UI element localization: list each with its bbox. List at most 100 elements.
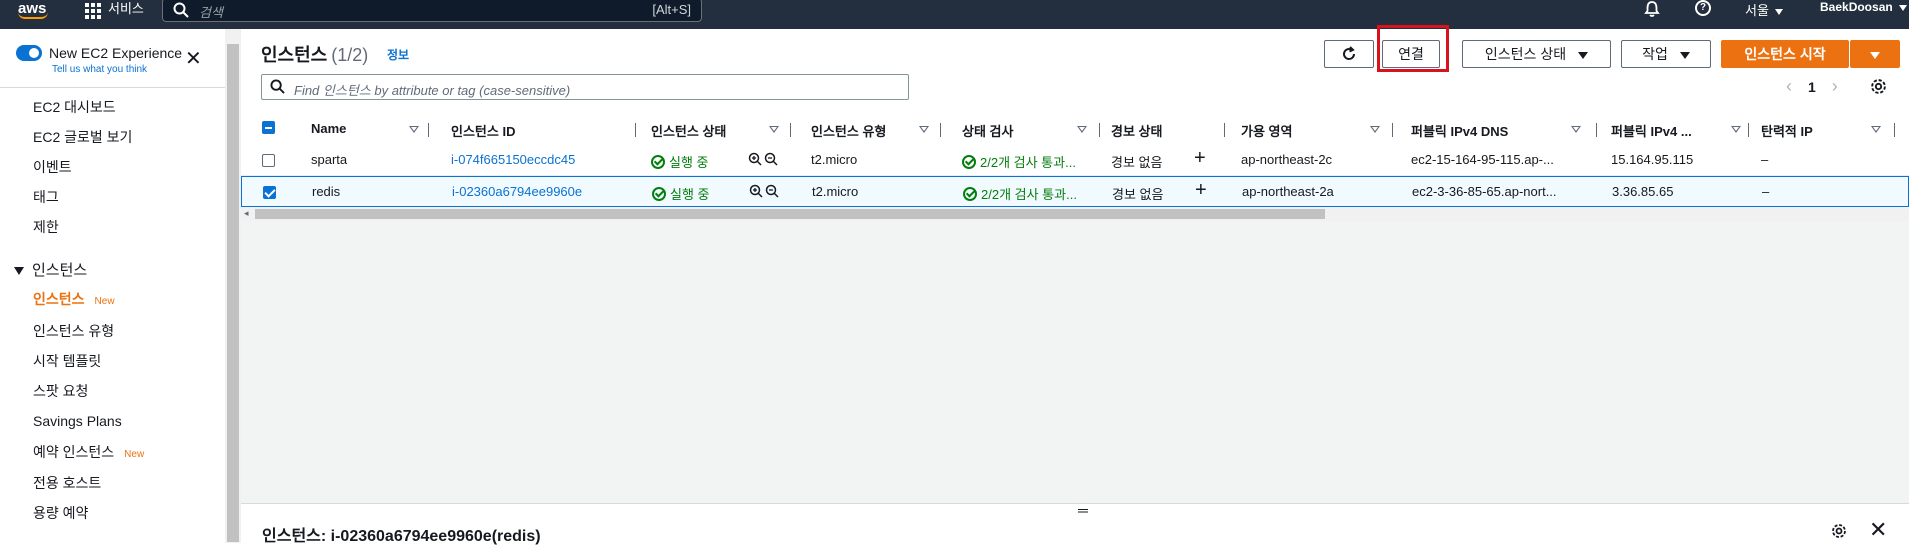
bell-icon[interactable]: [1644, 0, 1660, 18]
chevron-right-icon[interactable]: ›: [1832, 76, 1838, 96]
gear-icon[interactable]: [1870, 78, 1887, 95]
plus-icon[interactable]: +: [1195, 180, 1207, 200]
row-checkbox[interactable]: [263, 186, 276, 199]
sidebar-item-spot-requests[interactable]: 스팟 요청: [33, 381, 88, 401]
table-row[interactable]: redis i-02360a6794ee9960e 실행 중 t2.micro …: [241, 176, 1909, 207]
new-experience-toggle[interactable]: [16, 45, 42, 61]
column-header[interactable]: 인스턴스 유형: [811, 121, 886, 140]
column-resizer[interactable]: [428, 123, 429, 137]
feedback-link[interactable]: Tell us what you think: [52, 64, 147, 75]
launch-dropdown-button[interactable]: [1850, 40, 1900, 68]
sort-icon[interactable]: [769, 126, 779, 133]
column-header[interactable]: 경보 상태: [1111, 121, 1162, 140]
services-menu[interactable]: 서비스: [108, 0, 144, 17]
column-resizer[interactable]: [635, 123, 636, 137]
sidebar-item-events[interactable]: 이벤트: [33, 157, 72, 177]
sidebar-item-tags[interactable]: 태그: [33, 187, 59, 207]
column-header[interactable]: 인스턴스 상태: [651, 121, 726, 140]
sort-icon[interactable]: [409, 126, 419, 133]
sort-icon[interactable]: [919, 126, 929, 133]
column-resizer[interactable]: [1596, 123, 1597, 137]
launch-instances-button[interactable]: 인스턴스 시작: [1721, 40, 1849, 68]
pagination: ‹ 1 ›: [1786, 76, 1838, 96]
column-header[interactable]: 상태 검사: [962, 121, 1013, 140]
zoom-in-icon[interactable]: [749, 184, 763, 198]
check-circle-icon: [652, 187, 666, 201]
selection-count: (1/2): [331, 45, 369, 65]
column-resizer[interactable]: [1224, 123, 1225, 137]
split-panel-divider[interactable]: [241, 503, 1909, 504]
column-header[interactable]: 가용 영역: [1241, 121, 1292, 140]
sidebar-scrollbar[interactable]: [225, 29, 241, 543]
search-shortcut: [Alt+S]: [652, 2, 691, 17]
sidebar: New EC2 Experience Tell us what you thin…: [0, 29, 225, 543]
sidebar-item-instances[interactable]: 인스턴스 New: [33, 289, 115, 309]
cell-type: t2.micro: [812, 184, 859, 199]
sort-icon[interactable]: [1871, 126, 1881, 133]
close-icon[interactable]: ✕: [1869, 519, 1887, 541]
sidebar-section-instances[interactable]: 인스턴스: [14, 259, 87, 280]
scrollbar-thumb[interactable]: [227, 44, 239, 542]
page-number[interactable]: 1: [1808, 79, 1816, 95]
actions-button[interactable]: 작업: [1621, 40, 1711, 68]
refresh-icon: [1343, 46, 1356, 60]
sort-icon[interactable]: [1077, 126, 1087, 133]
info-link[interactable]: 정보: [387, 46, 409, 63]
drag-handle-icon[interactable]: ═: [1078, 503, 1088, 517]
cell-ip: 15.164.95.115: [1611, 152, 1694, 167]
scrollbar-thumb[interactable]: [255, 209, 1325, 219]
column-header[interactable]: 인스턴스 ID: [451, 121, 515, 140]
table-horizontal-scrollbar[interactable]: ◂: [241, 207, 1909, 221]
column-resizer[interactable]: [790, 123, 791, 137]
sidebar-item-savings-plans[interactable]: Savings Plans: [33, 413, 122, 429]
user-label: BaekDoosan: [1820, 0, 1893, 14]
sidebar-item-dedicated-hosts[interactable]: 전용 호스트: [33, 473, 101, 493]
sort-icon[interactable]: [1731, 126, 1741, 133]
zoom-out-icon[interactable]: [765, 184, 779, 198]
row-checkbox[interactable]: [262, 154, 275, 167]
filter-input[interactable]: Find 인스턴스 by attribute or tag (case-sens…: [261, 74, 909, 100]
select-all-checkbox[interactable]: [262, 121, 275, 134]
instance-id-link[interactable]: i-074f665150eccdc45: [451, 152, 575, 167]
column-resizer[interactable]: [1392, 123, 1393, 137]
sidebar-item-dashboard[interactable]: EC2 대시보드: [33, 97, 116, 117]
top-nav: aws 서비스 검색 [Alt+S] ? 서울 BaekDoosan: [0, 0, 1909, 29]
sidebar-item-launch-templates[interactable]: 시작 템플릿: [33, 351, 101, 371]
refresh-button[interactable]: [1324, 40, 1374, 68]
column-resizer[interactable]: [1748, 123, 1749, 137]
column-resizer[interactable]: [1099, 123, 1100, 137]
column-header[interactable]: 탄력적 IP: [1761, 121, 1813, 140]
column-resizer[interactable]: [940, 123, 941, 137]
column-header[interactable]: Name: [311, 121, 346, 136]
sidebar-divider: [0, 87, 225, 88]
sidebar-item-reserved-instances[interactable]: 예약 인스턴스 New: [33, 442, 144, 462]
zoom-out-icon[interactable]: [764, 152, 778, 166]
table-row[interactable]: sparta i-074f665150eccdc45 실행 중 t2.micro…: [241, 145, 1909, 176]
sidebar-item-capacity-reservations[interactable]: 용량 예약: [33, 503, 88, 523]
scroll-left-icon[interactable]: ◂: [244, 208, 249, 219]
sidebar-item-instance-types[interactable]: 인스턴스 유형: [33, 321, 114, 341]
chevron-left-icon[interactable]: ‹: [1786, 76, 1792, 96]
user-menu[interactable]: BaekDoosan: [1820, 0, 1907, 14]
sort-icon[interactable]: [1571, 126, 1581, 133]
help-icon[interactable]: ?: [1695, 0, 1711, 16]
global-search-input[interactable]: 검색 [Alt+S]: [162, 0, 702, 22]
table-empty-area: [241, 221, 1909, 503]
cell-dns: ec2-15-164-95-115.ap-...: [1411, 152, 1554, 167]
close-icon[interactable]: ✕: [185, 49, 202, 69]
sidebar-item-limits[interactable]: 제한: [33, 217, 59, 237]
plus-icon[interactable]: +: [1194, 148, 1206, 168]
instance-id-link[interactable]: i-02360a6794ee9960e: [452, 184, 582, 199]
region-selector[interactable]: 서울: [1745, 0, 1783, 19]
zoom-in-icon[interactable]: [748, 152, 762, 166]
column-header[interactable]: 퍼블릭 IPv4 ...: [1611, 121, 1692, 140]
sort-icon[interactable]: [1370, 126, 1380, 133]
column-header[interactable]: 퍼블릭 IPv4 DNS: [1411, 121, 1508, 140]
instance-state-button[interactable]: 인스턴스 상태: [1462, 40, 1611, 68]
column-resizer[interactable]: [1894, 123, 1895, 137]
gear-icon[interactable]: [1831, 523, 1847, 539]
cell-name: redis: [312, 184, 341, 199]
services-grid-icon[interactable]: [85, 3, 101, 19]
new-experience-label: New EC2 Experience: [49, 45, 183, 61]
sidebar-item-global-view[interactable]: EC2 글로벌 보기: [33, 127, 132, 147]
